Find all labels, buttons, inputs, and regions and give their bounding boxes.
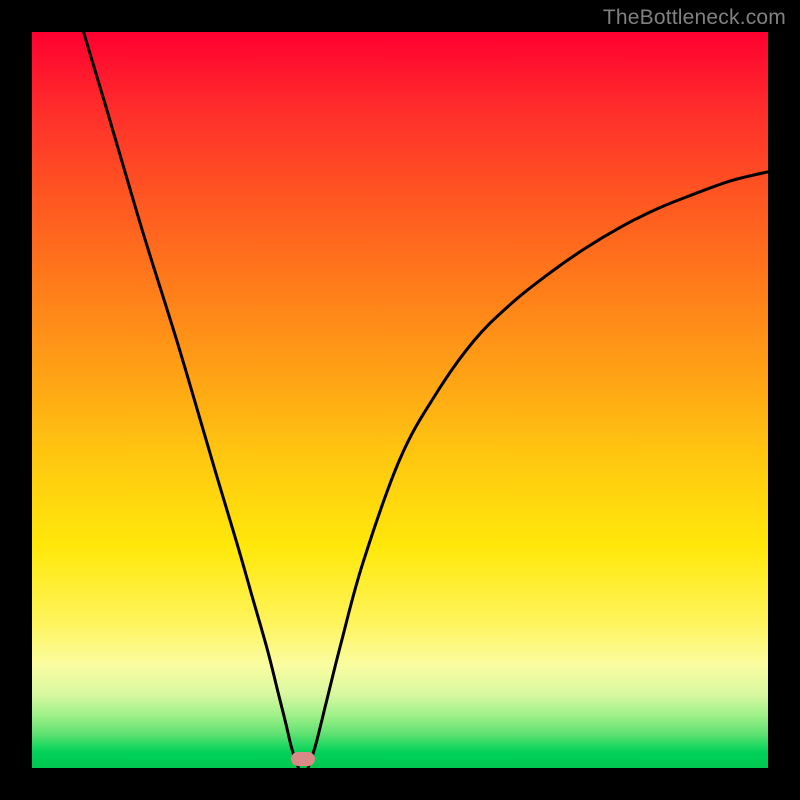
chart-frame: TheBottleneck.com xyxy=(0,0,800,800)
watermark-text: TheBottleneck.com xyxy=(603,6,786,30)
bottleneck-curve xyxy=(32,32,768,768)
optimal-point-marker xyxy=(291,752,315,766)
plot-area xyxy=(32,32,768,768)
